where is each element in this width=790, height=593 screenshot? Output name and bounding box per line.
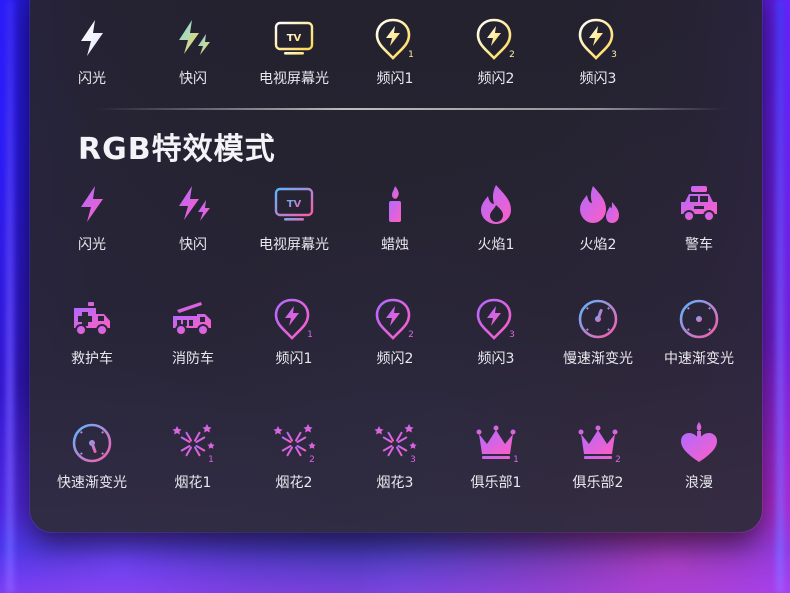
police-car-icon [677,182,721,226]
mode-button-firework-1[interactable]: 1 烟花1 [143,420,243,500]
mode-button-gauge-medium[interactable]: 中速渐变光 [649,296,749,376]
candle-icon [373,182,417,226]
mode-button-tv[interactable]: TV 电视屏幕光 [244,16,344,96]
mode-button-crown-2[interactable]: 2 俱乐部2 [548,420,648,500]
strobe-icon: 1 [272,296,316,340]
mode-label: 蜡烛 [381,237,409,253]
strobe-icon: 2 [373,296,417,340]
mode-button-strobe-2[interactable]: 2 频闪2 [345,296,445,376]
crown-icon: 2 [576,420,620,464]
mode-button-fire-truck[interactable]: 消防车 [143,296,243,376]
mode-button-candle[interactable]: 蜡烛 [345,182,445,262]
crown-icon: 1 [474,420,518,464]
mode-label: 俱乐部2 [572,475,624,491]
flame-icon [474,182,518,226]
mode-label: 快闪 [179,71,207,87]
mode-button-strobe-1[interactable]: 1 频闪1 [244,296,344,376]
firework-icon: 2 [272,420,316,464]
mode-button-gauge-slow[interactable]: 慢速渐变光 [548,296,648,376]
mode-button-heart-candle[interactable]: 浪漫 [649,420,749,500]
mode-label: 火焰2 [579,237,617,253]
svg-text:1: 1 [208,455,214,464]
svg-text:1: 1 [408,50,414,60]
mode-label: 俱乐部1 [470,475,522,491]
fire-truck-icon [171,296,215,340]
mode-button-firework-3[interactable]: 3 烟花3 [345,420,445,500]
firework-icon: 3 [373,420,417,464]
mode-label: 电视屏幕光 [259,71,329,87]
mode-button-strobe-3[interactable]: 3 频闪3 [446,296,546,376]
mode-button-double-flame[interactable]: 火焰2 [548,182,648,262]
mode-button-double-lightning[interactable]: 快闪 [143,16,243,96]
mode-button-lightning[interactable]: 闪光 [42,182,142,262]
section-title: RGB特效模式 [78,132,276,167]
mode-button-police-car[interactable]: 警车 [649,182,749,262]
mode-button-gauge-fast[interactable]: 快速渐变光 [42,420,142,500]
mode-label: 频闪3 [477,351,515,367]
mode-label: 频闪3 [579,71,617,87]
tv-icon: TV [272,16,316,60]
mode-label: 烟花2 [275,475,313,491]
lightning-icon [70,182,114,226]
mode-label: 快闪 [179,237,207,253]
mode-label: 闪光 [78,237,106,253]
mode-label: 快速渐变光 [57,475,127,491]
mode-label: 浪漫 [685,475,713,491]
svg-text:2: 2 [615,455,620,464]
mode-button-tv[interactable]: TV 电视屏幕光 [244,182,344,262]
mode-button-ambulance[interactable]: 救护车 [42,296,142,376]
double-lightning-icon [171,182,215,226]
strobe-icon: 2 [474,16,518,60]
mode-label: 火焰1 [477,237,515,253]
gauge-medium-icon [677,296,721,340]
gauge-fast-icon [70,420,114,464]
svg-text:3: 3 [509,330,515,340]
mode-button-flame[interactable]: 火焰1 [446,182,546,262]
svg-text:2: 2 [509,50,515,60]
mode-button-lightning[interactable]: 闪光 [42,16,142,96]
svg-text:1: 1 [513,455,518,464]
mode-label: 中速渐变光 [664,351,734,367]
svg-text:3: 3 [410,455,416,464]
mode-button-strobe-2[interactable]: 2 频闪2 [446,16,546,96]
double-flame-icon [576,182,620,226]
mode-label: 烟花3 [376,475,414,491]
firework-icon: 1 [171,420,215,464]
mode-label: 频闪1 [376,71,414,87]
mode-button-double-lightning[interactable]: 快闪 [143,182,243,262]
mode-label: 频闪2 [376,351,414,367]
svg-text:TV: TV [287,199,302,210]
svg-text:2: 2 [408,330,414,340]
mode-label: 救护车 [71,351,113,367]
svg-text:TV: TV [287,33,302,44]
mode-label: 电视屏幕光 [259,237,329,253]
strobe-icon: 3 [474,296,518,340]
mode-button-strobe-3[interactable]: 3 频闪3 [548,16,648,96]
mode-button-strobe-1[interactable]: 1 频闪1 [345,16,445,96]
mode-label: 烟花1 [174,475,212,491]
svg-text:3: 3 [611,50,617,60]
tv-icon: TV [272,182,316,226]
mode-label: 频闪1 [275,351,313,367]
ambulance-icon [70,296,114,340]
gauge-slow-icon [576,296,620,340]
mode-label: 警车 [685,237,713,253]
mode-button-crown-1[interactable]: 1 俱乐部1 [446,420,546,500]
lightning-icon [70,16,114,60]
mode-label: 闪光 [78,71,106,87]
section-divider [95,108,725,110]
double-lightning-icon [171,16,215,60]
strobe-icon: 3 [576,16,620,60]
mode-label: 频闪2 [477,71,515,87]
mode-label: 消防车 [172,351,214,367]
mode-label: 慢速渐变光 [563,351,633,367]
mode-button-firework-2[interactable]: 2 烟花2 [244,420,344,500]
heart-candle-icon [677,420,721,464]
svg-text:2: 2 [309,455,315,464]
svg-text:1: 1 [307,330,313,340]
strobe-icon: 1 [373,16,417,60]
